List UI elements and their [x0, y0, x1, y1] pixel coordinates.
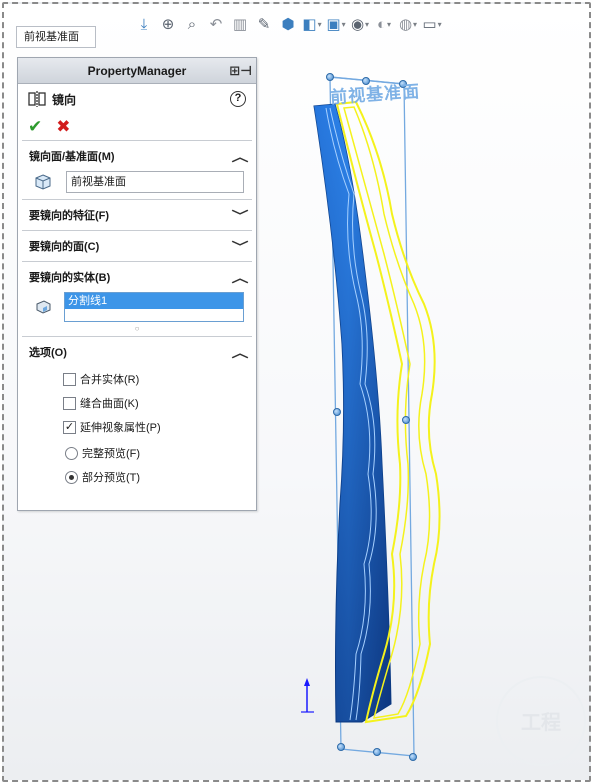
original-body — [313, 103, 392, 723]
pm-header-title: PropertyManager — [87, 63, 187, 78]
watermark: 工程 — [496, 676, 586, 766]
section-features: 要镜向的特征(F) ﹀ — [22, 199, 252, 230]
section-header-options[interactable]: 选项(O) ︿ — [22, 337, 252, 367]
section-faces: 要镜向的面(C) ﹀ — [22, 230, 252, 261]
plane-handle-bl[interactable] — [337, 743, 345, 751]
plane-handle-ml[interactable] — [333, 408, 341, 416]
zoom-area-icon[interactable]: ⌕ — [180, 13, 204, 35]
triad-y-arrow — [304, 678, 310, 686]
plane-handle-bm[interactable] — [373, 748, 381, 756]
monitor-icon[interactable]: ▭ — [420, 13, 444, 35]
partial-preview-radio[interactable] — [65, 470, 78, 484]
section-view-icon[interactable]: ▥ — [228, 13, 252, 35]
option-label: 合并实体(R) — [80, 374, 140, 386]
zoom-to-fit-icon[interactable]: ⊕ — [156, 13, 180, 35]
edit-appearance-icon[interactable]: ◉ — [348, 13, 372, 35]
plane-handle-br[interactable] — [409, 753, 417, 761]
section-bodies: 要镜向的实体(B) ︿ 分割线1 ○ — [22, 261, 252, 336]
dynamic-annotation-icon[interactable]: ✎ — [252, 13, 276, 35]
section-header-faces[interactable]: 要镜向的面(C) ﹀ — [22, 231, 252, 261]
pm-header: PropertyManager ⊞⊣ — [18, 58, 256, 84]
apply-scene-icon[interactable]: ◐ — [372, 13, 396, 35]
window-frame: 前视基准面 工程 前视基准面 ⤓ ⊕ ⌕ ↶ ▥ ✎ ⬢ ◧ ▣ ◉ ◐ ◍ ▭… — [2, 2, 591, 782]
bodies-list-item[interactable]: 分割线1 — [65, 293, 243, 309]
action-row: ✔ ✖ — [18, 114, 256, 140]
previous-view-icon[interactable]: ↶ — [204, 13, 228, 35]
section-header-features[interactable]: 要镜向的特征(F) ﹀ — [22, 200, 252, 230]
bodies-list[interactable]: 分割线1 — [64, 292, 244, 322]
option-label: 完整预览(F) — [82, 448, 141, 460]
view-cube-icon[interactable]: ⬢ — [276, 13, 300, 35]
plane-handle-mr[interactable] — [402, 416, 410, 424]
merge-solids-checkbox[interactable] — [63, 372, 76, 386]
ok-button[interactable]: ✔ — [28, 117, 42, 137]
mirror-preview-inner — [343, 106, 431, 719]
section-header-bodies[interactable]: 要镜向的实体(B) ︿ — [22, 262, 252, 292]
section-label: 镜向面/基准面(M) — [29, 151, 115, 163]
chevron-up-icon[interactable]: ︿ — [232, 148, 249, 165]
chevron-down-icon[interactable]: ﹀ — [232, 207, 249, 224]
option-label: 延伸视象属性(P) — [80, 422, 161, 434]
chevron-down-icon[interactable]: ﹀ — [232, 238, 249, 255]
feature-title-row: 镜向 ? — [18, 84, 256, 114]
propagate-visual-checkbox[interactable]: ✓ — [63, 420, 76, 434]
option-merge-solids[interactable]: 合并实体(R) — [22, 367, 252, 391]
mirror-feature-icon — [28, 91, 46, 107]
plane-cube-icon — [35, 174, 51, 190]
option-partial-preview[interactable]: 部分预览(T) — [22, 465, 252, 489]
hide-show-icon[interactable]: ▣ — [324, 13, 348, 35]
section-label: 要镜向的特征(F) — [29, 210, 110, 222]
breadcrumb[interactable]: 前视基准面 — [16, 26, 96, 48]
plane-handle-tl[interactable] — [326, 73, 334, 81]
section-label: 选项(O) — [29, 347, 67, 359]
property-manager: PropertyManager ⊞⊣ 镜向 ? ✔ ✖ 镜向面/基准面(M) ︿ — [17, 57, 257, 511]
knit-surfaces-checkbox[interactable] — [63, 396, 76, 410]
resize-grip[interactable]: ○ — [22, 324, 252, 336]
cancel-button[interactable]: ✖ — [56, 117, 70, 137]
heads-up-toolbar: ⤓ ⊕ ⌕ ↶ ▥ ✎ ⬢ ◧ ▣ ◉ ◐ ◍ ▭ — [132, 12, 542, 36]
help-icon[interactable]: ? — [230, 91, 246, 107]
plane-label: 前视基准面 — [329, 81, 421, 108]
pin-icon[interactable]: ⊞⊣ — [229, 63, 252, 79]
front-plane-outline — [329, 76, 415, 757]
feature-title: 镜向 — [52, 92, 77, 107]
full-preview-radio[interactable] — [65, 446, 78, 460]
mirror-plane-field[interactable]: 前视基准面 — [66, 171, 244, 193]
option-knit-surfaces[interactable]: 缝合曲面(K) — [22, 391, 252, 415]
display-style-icon[interactable]: ◧ — [300, 13, 324, 35]
section-label: 要镜向的实体(B) — [29, 272, 111, 284]
option-label: 部分预览(T) — [82, 472, 141, 484]
option-full-preview[interactable]: 完整预览(F) — [22, 441, 252, 465]
option-propagate-visual[interactable]: ✓ 延伸视象属性(P) — [22, 415, 252, 439]
chevron-up-icon[interactable]: ︿ — [232, 344, 249, 361]
section-label: 要镜向的面(C) — [29, 241, 100, 253]
view-orientation-icon[interactable]: ⤓ — [132, 13, 156, 35]
section-options: 选项(O) ︿ 合并实体(R) 缝合曲面(K) ✓ 延伸视象属性(P) 完整预览… — [22, 336, 252, 489]
solid-body-icon — [36, 300, 51, 314]
section-mirror-plane: 镜向面/基准面(M) ︿ 前视基准面 — [22, 140, 252, 199]
view-settings-icon[interactable]: ◍ — [396, 13, 420, 35]
section-header-mirror-plane[interactable]: 镜向面/基准面(M) ︿ — [22, 141, 252, 171]
mirror-preview-outer — [335, 100, 441, 724]
option-label: 缝合曲面(K) — [80, 398, 139, 410]
chevron-up-icon[interactable]: ︿ — [232, 269, 249, 286]
